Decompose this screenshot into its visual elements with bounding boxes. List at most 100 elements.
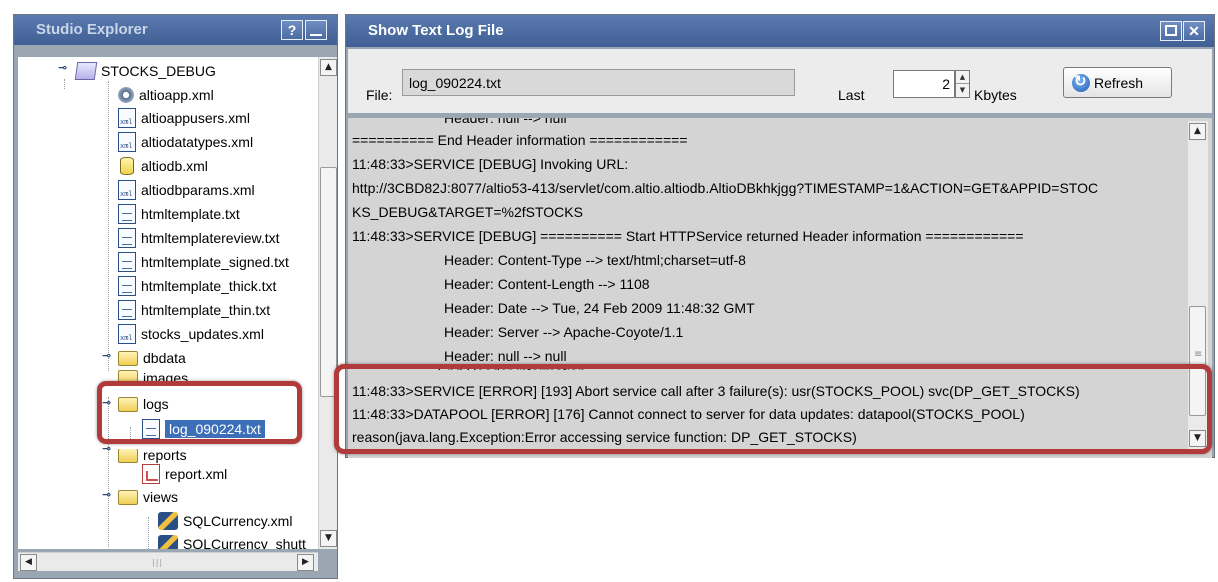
tree-item-label: reports [143, 449, 187, 463]
tree-item-file[interactable]: htmltemplate_thick.txt [118, 275, 276, 297]
tree-item-label: altiodbparams.xml [141, 182, 255, 198]
screenshot-stage: Studio Explorer ? ⊸ ⊸ ⊸ ⊸ ⊸ STOCKS_DEBUG… [0, 0, 1218, 582]
close-button[interactable]: ✕ [1183, 21, 1205, 41]
tree-item-file[interactable]: stocks_updates.xml [118, 323, 264, 345]
gear-icon [118, 87, 134, 103]
tree-item-file[interactable]: htmltemplate_thin.txt [118, 299, 270, 321]
tree-item-file[interactable]: altiodb.xml [118, 155, 208, 177]
xml-file-icon [118, 108, 136, 128]
text-file-icon [118, 252, 136, 272]
tree-line [108, 81, 109, 371]
tree-item-label: altiodatatypes.xml [141, 134, 254, 150]
tree-item-label: views [143, 489, 179, 505]
close-icon: ✕ [1188, 23, 1200, 39]
tree-item-label: htmltemplate_signed.txt [141, 254, 289, 270]
log-line: Header: Server --> Apache-Coyote/1.1 [444, 324, 684, 340]
tree-item-file[interactable]: htmltemplate.txt [118, 203, 240, 225]
maximize-button[interactable] [1160, 21, 1182, 41]
folder-icon [118, 350, 138, 366]
xml-file-icon [118, 324, 136, 344]
tree-item-file[interactable]: report.xml [142, 463, 227, 485]
tree-item-label: report.xml [165, 466, 228, 482]
collapse-icon[interactable]: ⊸ [102, 489, 114, 501]
explorer-titlebar: Studio Explorer ? [14, 15, 337, 45]
log-toolbar: File: log_090224.txt Last 2 ▲ ▼ Kbytes R… [348, 49, 1212, 113]
scroll-up-icon[interactable]: ▲ [1189, 123, 1206, 140]
log-window-titlebar: Show Text Log File ✕ [346, 15, 1214, 47]
report-icon [142, 464, 160, 484]
file-label: File: [366, 87, 393, 103]
tree-item-file[interactable]: htmltemplatereview.txt [118, 227, 280, 249]
tree-item-label: altioappusers.xml [141, 110, 250, 126]
log-line: KS_DEBUG&TARGET=%2fSTOCKS [352, 204, 583, 220]
file-tree: ⊸ ⊸ ⊸ ⊸ ⊸ STOCKS_DEBUG altioapp.xml alti… [18, 57, 318, 549]
refresh-icon [1072, 72, 1090, 92]
tree-vertical-scrollbar[interactable]: ▲ ▼ [318, 57, 337, 549]
tree-item-folder[interactable]: dbdata [118, 347, 186, 369]
tree-item-folder[interactable]: reports [118, 449, 187, 463]
collapse-icon[interactable]: ⊸ [102, 443, 114, 455]
scroll-down-icon[interactable]: ▼ [320, 530, 337, 547]
log-line: Header: Date --> Tue, 24 Feb 2009 11:48:… [444, 300, 755, 316]
log-line: Header: null --> null [444, 118, 567, 126]
tree-item-label: SQLCurrency.xml [183, 513, 293, 529]
tree-item-label: dbdata [143, 350, 186, 366]
folder-open-icon [118, 449, 138, 463]
scroll-grip-icon: ||| [152, 558, 164, 567]
tree-item-file[interactable]: SQLCurrency_shutt [158, 533, 306, 549]
spin-up-icon[interactable]: ▲ [956, 71, 969, 84]
tree-item-file[interactable]: altioappusers.xml [118, 107, 250, 129]
folder-open-icon [118, 489, 138, 505]
tree-item-label: altiodb.xml [141, 158, 208, 174]
spin-down-icon[interactable]: ▼ [956, 84, 969, 97]
tree-item-file[interactable]: altioapp.xml [118, 84, 214, 106]
tree-item-label: altioapp.xml [139, 87, 214, 103]
tree-item-file[interactable]: SQLCurrency.xml [158, 510, 292, 532]
expand-icon[interactable]: ⊸ [102, 350, 114, 362]
tree-item-folder[interactable]: views [118, 486, 178, 508]
file-name-field[interactable]: log_090224.txt [402, 69, 795, 96]
explorer-title: Studio Explorer [36, 21, 148, 38]
tree-line [148, 517, 149, 549]
project-icon [74, 62, 98, 80]
tree-horizontal-scrollbar[interactable]: ◀ ||| ▶ [18, 552, 318, 571]
tree-item-label: stocks_updates.xml [141, 326, 264, 342]
scroll-up-icon[interactable]: ▲ [320, 59, 337, 76]
kbytes-spinner[interactable]: ▲ ▼ [955, 70, 970, 98]
xml-file-icon [118, 132, 136, 152]
log-line: 11:48:33>SERVICE [DEBUG] Invoking URL: [352, 156, 629, 172]
tree-item-file[interactable]: altiodatatypes.xml [118, 131, 253, 153]
log-window-title: Show Text Log File [368, 22, 504, 39]
database-icon [120, 157, 134, 175]
minimize-icon [310, 34, 322, 36]
logs-highlight-box [97, 381, 302, 444]
collapse-icon[interactable]: ⊸ [58, 62, 70, 74]
tree-line [64, 79, 65, 89]
error-lines-highlight-box [334, 364, 1212, 454]
scroll-right-icon[interactable]: ▶ [297, 554, 314, 571]
tree-item-file[interactable]: altiodbparams.xml [118, 179, 255, 201]
xml-file-icon [118, 180, 136, 200]
tree-item-project[interactable]: STOCKS_DEBUG [74, 60, 216, 82]
kbytes-input[interactable]: 2 [893, 70, 955, 98]
refresh-button[interactable]: Refresh [1063, 67, 1172, 98]
scroll-thumb[interactable] [320, 167, 337, 397]
tree-item-file[interactable]: htmltemplate_signed.txt [118, 251, 289, 273]
tree-item-label: htmltemplate.txt [141, 206, 240, 222]
view-icon [158, 512, 178, 530]
text-file-icon [118, 204, 136, 224]
scroll-left-icon[interactable]: ◀ [20, 554, 37, 571]
help-button[interactable]: ? [281, 20, 303, 40]
refresh-label: Refresh [1094, 74, 1144, 91]
tree-item-label: htmltemplate_thick.txt [141, 278, 277, 294]
tree-item-label: htmltemplatereview.txt [141, 230, 280, 246]
log-line: Header: Content-Length --> 1108 [444, 276, 650, 292]
view-icon [158, 535, 178, 549]
log-line: 11:48:33>SERVICE [DEBUG] ========== Star… [352, 228, 1024, 244]
text-file-icon [118, 228, 136, 248]
studio-explorer-panel: Studio Explorer ? ⊸ ⊸ ⊸ ⊸ ⊸ STOCKS_DEBUG… [13, 14, 338, 579]
minimize-button[interactable] [305, 20, 327, 40]
log-line: ========== End Header information ======… [352, 132, 688, 148]
text-file-icon [118, 276, 136, 296]
log-line: http://3CBD82J:8077/altio53-413/servlet/… [352, 180, 1099, 196]
